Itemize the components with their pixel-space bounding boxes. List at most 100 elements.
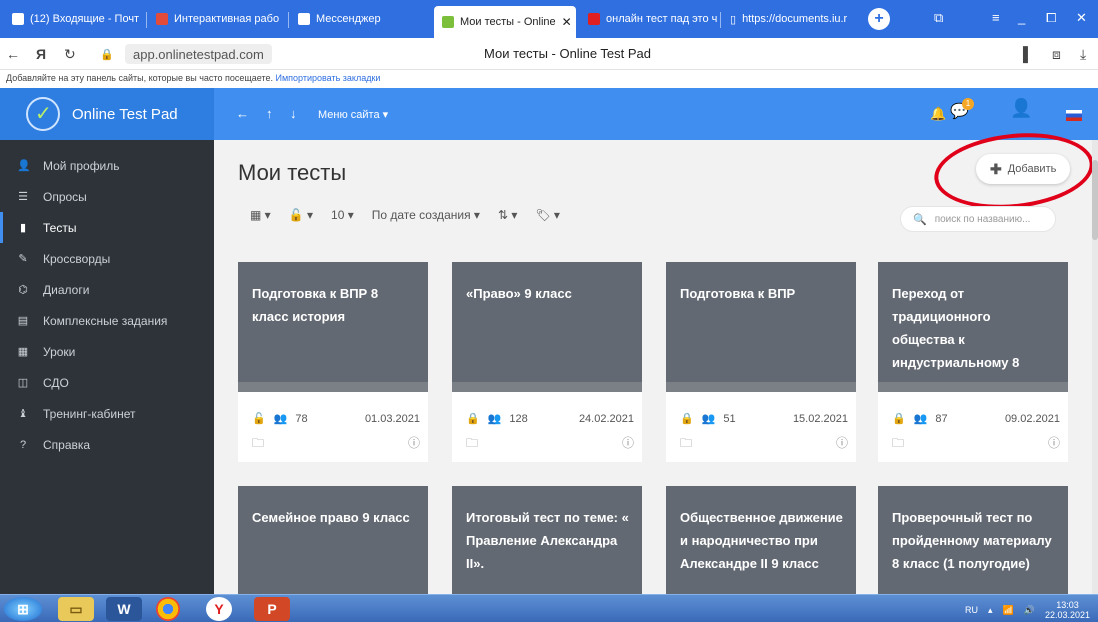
browser-tab[interactable]: (12) Входящие - Почт — [4, 4, 144, 34]
download-icon[interactable]: ⤓ — [1080, 46, 1086, 63]
locked-icon[interactable]: 🔒 — [680, 412, 694, 425]
mail-icon — [12, 13, 24, 25]
sidebar-item-crosswords[interactable]: ✎ Кроссворды — [0, 243, 214, 274]
import-bookmarks-link[interactable]: Импортировать закладки — [276, 73, 381, 83]
sort-order-icon[interactable]: ⇅ ▾ — [498, 208, 517, 222]
browser-tab[interactable]: Интерактивная рабо — [148, 4, 286, 34]
test-card-title[interactable]: Проверочный тест по пройденному материал… — [878, 486, 1068, 606]
sidebar-item-lms[interactable]: ◫ СДО — [0, 367, 214, 398]
back-icon[interactable]: ← — [6, 46, 20, 62]
users-icon: 👥 — [487, 413, 502, 425]
minimize-button[interactable]: _ — [1018, 10, 1025, 25]
language-flag-icon[interactable] — [1066, 110, 1082, 121]
test-card-title[interactable]: Переход от традиционного общества к инду… — [878, 262, 1068, 393]
folder-icon[interactable]: 🗀 — [466, 434, 478, 455]
locked-icon[interactable]: 🔒 — [466, 412, 480, 425]
sidebar-item-tests[interactable]: ▮ Тесты — [0, 212, 214, 243]
test-card[interactable]: Семейное право 9 класс — [238, 486, 428, 606]
taskbar: ⊞ ▭ W Y P RU ▴ 📶 🔊 13:03 22.03.2021 — [0, 594, 1098, 622]
sidebar-item-polls[interactable]: ☰ Опросы — [0, 181, 214, 212]
brand[interactable]: Online Test Pad — [0, 88, 214, 140]
arrow-up-icon[interactable]: ↑ — [266, 106, 273, 121]
info-icon[interactable]: ⓘ — [622, 434, 634, 455]
test-card[interactable]: Подготовка к ВПР 8 класс история 🔓 👥 78 01.… — [238, 262, 428, 462]
search-input[interactable]: 🔍 поиск по названию... — [900, 206, 1056, 232]
arrow-down-icon[interactable]: ↓ — [290, 106, 297, 121]
sidebar-item-help[interactable]: ? Справка — [0, 429, 214, 460]
info-icon[interactable]: ⓘ — [408, 434, 420, 455]
word-icon[interactable]: W — [106, 597, 142, 621]
folder-icon[interactable]: 🗀 — [680, 434, 692, 455]
tags-icon[interactable]: 🏷 ▾ — [535, 208, 560, 222]
test-card-title[interactable]: Итоговый тест по теме: « Правление Алекс… — [452, 486, 642, 606]
language-indicator[interactable]: RU — [965, 605, 978, 615]
test-card[interactable]: Проверочный тест по пройденному материал… — [878, 486, 1068, 606]
browser-tab[interactable]: онлайн тест пад это ч — [580, 4, 718, 34]
folder-icon[interactable]: 🗀 — [252, 434, 264, 455]
page-size-select[interactable]: 10 ▾ — [331, 208, 354, 222]
menu-icon[interactable]: ≡ — [992, 10, 1000, 25]
arrow-left-icon[interactable]: ← — [236, 106, 249, 121]
view-grid-icon[interactable]: ▦ ▾ — [250, 208, 271, 222]
test-card-title[interactable]: Подготовка к ВПР — [666, 262, 856, 392]
start-button-icon[interactable]: ⊞ — [4, 597, 42, 621]
test-card-title[interactable]: Семейное право 9 класс — [238, 486, 428, 606]
sidebar-item-profile[interactable]: 👤 Мой профиль — [0, 150, 214, 181]
tabs-icon[interactable]: ⧉ — [934, 10, 943, 26]
sidebar-item-dialogs[interactable]: ⌬ Диалоги — [0, 274, 214, 305]
restore-button[interactable]: ⧠ — [1046, 10, 1056, 26]
logo-icon — [26, 97, 60, 131]
test-card[interactable]: Итоговый тест по теме: « Правление Алекс… — [452, 486, 642, 606]
test-card[interactable]: Переход от традиционного общества к инду… — [878, 262, 1068, 462]
powerpoint-icon[interactable]: P — [254, 597, 290, 621]
lms-icon: ◫ — [17, 377, 29, 389]
locked-icon[interactable]: 🔒 — [892, 412, 906, 425]
sort-select[interactable]: По дате создания ▾ — [372, 208, 480, 222]
close-window-button[interactable]: ✕ — [1076, 10, 1087, 26]
close-tab-icon[interactable]: ✕ — [562, 15, 572, 29]
crossword-icon: ✎ — [18, 253, 28, 265]
sidebar-item-training[interactable]: ♝ Тренинг-кабинет — [0, 398, 214, 429]
user-avatar-icon[interactable]: 👤 — [1010, 98, 1032, 119]
test-icon: ▮ — [19, 222, 27, 234]
test-card-title[interactable]: Общественное движение и народничество пр… — [666, 486, 856, 606]
onlinetestpad-icon — [442, 16, 454, 28]
users-icon: 👥 — [701, 413, 716, 425]
bell-icon[interactable]: 🔔 — [930, 106, 946, 122]
file-explorer-icon[interactable]: ▭ — [58, 597, 94, 621]
test-card[interactable]: Общественное движение и народничество пр… — [666, 486, 856, 606]
unlocked-icon[interactable]: 🔓 — [252, 412, 266, 425]
scrollbar-thumb[interactable] — [1092, 160, 1098, 240]
sidebar-item-lessons[interactable]: ▦ Уроки — [0, 336, 214, 367]
browser-tab-active[interactable]: Мои тесты - Online ✕ — [434, 6, 576, 38]
volume-icon[interactable]: 🔊 — [1024, 605, 1035, 616]
folder-icon[interactable]: 🗀 — [892, 434, 904, 455]
test-card-title[interactable]: «Право» 9 класс — [452, 262, 642, 392]
sidebar-item-complex-tasks[interactable]: ▤ Комплексные задания — [0, 305, 214, 336]
info-icon[interactable]: ⓘ — [1048, 434, 1060, 455]
test-card[interactable]: Подготовка к ВПР 🔒 👥 51 15.02.2021 🗀 ⓘ — [666, 262, 856, 462]
extensions-icon[interactable]: ⧈ — [1052, 46, 1061, 63]
scrollbar[interactable] — [1092, 140, 1098, 594]
bookmark-icon[interactable]: ▐ — [1018, 46, 1028, 62]
site-menu[interactable]: Меню сайта ▾ — [318, 108, 388, 121]
reload-icon[interactable]: ↻ — [64, 46, 76, 63]
security-lock-icon[interactable]: 🔒 — [100, 48, 114, 61]
yandex-logo-icon[interactable]: Я — [36, 46, 46, 62]
tray-expand-icon[interactable]: ▴ — [988, 605, 993, 616]
chrome-icon[interactable] — [156, 597, 180, 621]
info-icon[interactable]: ⓘ — [836, 434, 848, 455]
search-icon: 🔍 — [913, 213, 927, 226]
test-card[interactable]: «Право» 9 класс 🔒 👥 128 24.02.2021 🗀 ⓘ — [452, 262, 642, 462]
url-field[interactable]: app.onlinetestpad.com — [125, 44, 272, 64]
yandex-browser-icon[interactable]: Y — [206, 597, 232, 621]
network-icon[interactable]: 📶 — [1003, 605, 1014, 616]
browser-tab[interactable]: ▯ https://documents.iu.r — [722, 4, 862, 34]
sidebar: 👤 Мой профиль ☰ Опросы ▮ Тесты ✎ Кроссворды … — [0, 140, 214, 594]
lock-filter-icon[interactable]: 🔓 ▾ — [289, 208, 313, 222]
help-icon: ? — [19, 438, 27, 451]
clock[interactable]: 13:03 22.03.2021 — [1045, 600, 1090, 620]
browser-tab[interactable]: Мессенджер — [290, 4, 430, 34]
test-card-title[interactable]: Подготовка к ВПР 8 класс история — [238, 262, 428, 392]
new-tab-button[interactable]: + — [868, 8, 890, 30]
